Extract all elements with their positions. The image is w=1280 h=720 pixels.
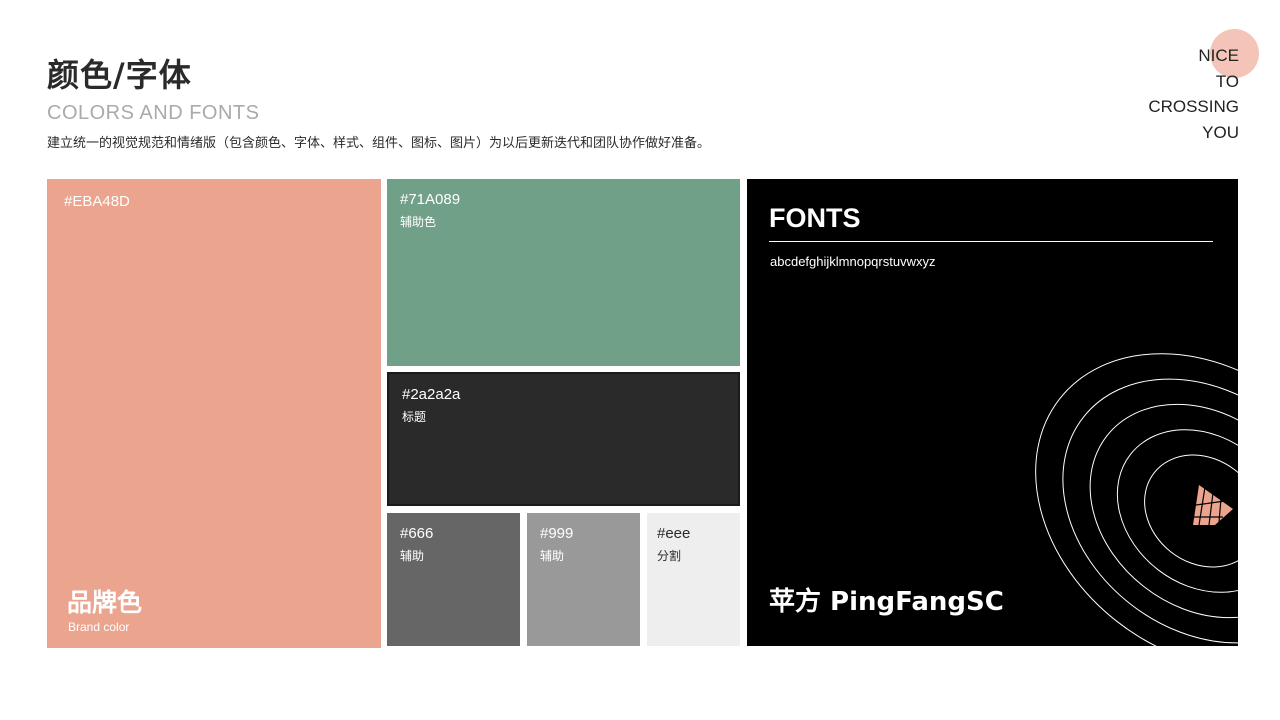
- swatch-role: 辅助: [540, 549, 565, 563]
- cone-icon: [1193, 485, 1233, 526]
- brand-color-swatch: #EBA48D 品牌色 Brand color: [47, 179, 381, 648]
- concentric-rings-icon: [1035, 353, 1238, 646]
- swatch-hex: #666: [400, 525, 434, 542]
- fonts-alphabet: abcdefghijklmnopqrstuvwxyz: [770, 254, 936, 269]
- page-description: 建立统一的视觉规范和情绪版（包含颜色、字体、样式、组件、图标、图片）为以后更新迭…: [47, 136, 711, 151]
- swatch-hex: #2a2a2a: [402, 386, 461, 403]
- fonts-divider: [769, 241, 1213, 242]
- swatch-hex: #eee: [657, 525, 691, 542]
- brand-color-name: 品牌色: [67, 588, 143, 617]
- aux-color-swatch-666: #666 辅助: [387, 513, 520, 646]
- brand-color-name-en: Brand color: [68, 620, 130, 634]
- title-color-swatch: #2a2a2a 标题: [387, 372, 740, 506]
- swatch-hex: #999: [540, 525, 574, 542]
- tagline-line: TO: [1215, 71, 1239, 91]
- swatch-role: 分割: [657, 549, 682, 563]
- page-subtitle: COLORS AND FONTS: [47, 102, 260, 124]
- swatch-hex: #EBA48D: [64, 193, 130, 210]
- page-title: 颜色/字体: [47, 56, 192, 94]
- swatch-role: 标题: [402, 410, 427, 424]
- swatch-role: 辅助色: [400, 215, 437, 229]
- swatch-hex: #71A089: [400, 191, 461, 208]
- secondary-color-swatch: #71A089 辅助色: [387, 179, 740, 366]
- swatch-role: 辅助: [400, 549, 425, 563]
- fonts-panel: FONTS abcdefghijklmnopqrstuvwxyz 苹方 Ping…: [747, 179, 1238, 646]
- tagline: NICE TO CROSSING YOU: [1148, 43, 1239, 145]
- tagline-line: CROSSING: [1148, 97, 1239, 116]
- tagline-line: NICE: [1198, 46, 1239, 65]
- divider-color-swatch: #eee 分割: [647, 513, 740, 646]
- tagline-line: YOU: [1202, 122, 1239, 142]
- fonts-heading: FONTS: [769, 203, 861, 233]
- aux-color-swatch-999: #999 辅助: [527, 513, 640, 646]
- fonts-sample-name: 苹方 PingFangSC: [769, 587, 1004, 617]
